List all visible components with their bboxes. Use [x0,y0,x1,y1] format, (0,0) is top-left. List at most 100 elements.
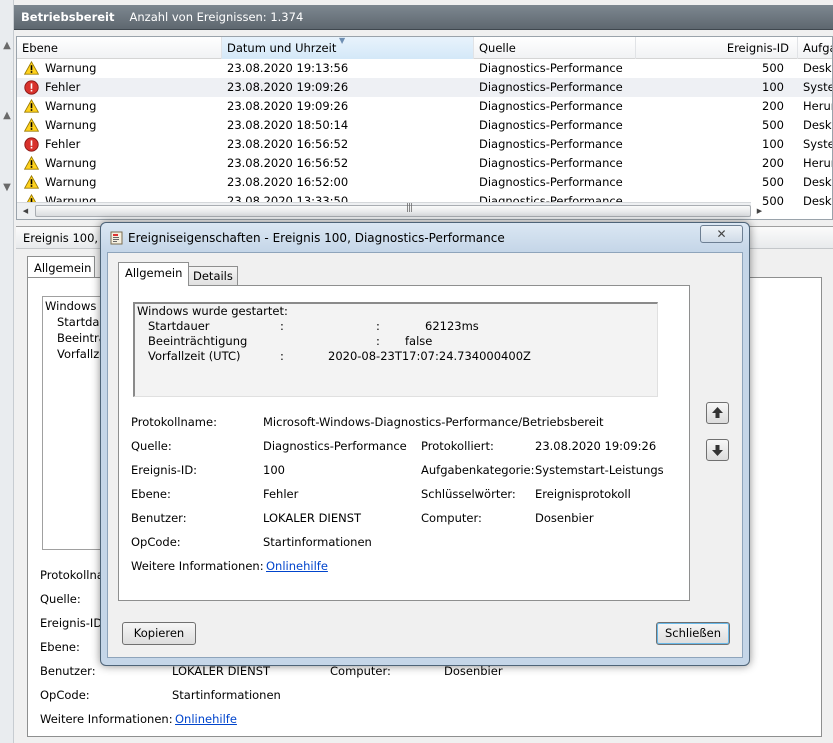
table-row[interactable]: Fehler 23.08.2020 19:09:26 Diagnostics-Per… [17,78,832,97]
cell-id: 500 [762,61,784,75]
aufgabenkategorie-value: Systemstart-Leistungsüb [535,463,663,477]
cell-level: Fehler [45,80,81,94]
column-headers: Ebene Datum und Uhrzeit ▼ Quelle Ereigni… [17,37,832,59]
beeintraechtigung-value: false [405,334,433,348]
weitere-info-label: Weitere Informationen: [40,712,173,726]
computer-value: Dosenbier [535,511,594,525]
computer-label: Computer: [421,511,482,525]
scroll-right-icon[interactable]: ▶ [752,204,767,218]
schluesselwoerter-value: Ereignisprotokoll [535,487,631,501]
table-row[interactable]: Fehler 23.08.2020 16:56:52 Diagnostics-Per… [17,135,832,154]
startdauer-label: Startdauer [148,319,210,333]
column-header-task[interactable]: Aufga [798,37,832,59]
cell-task: Syster [803,137,832,151]
error-icon [24,80,39,95]
ereignis-id-label: Ereignis-ID: [131,463,198,477]
sort-arrow-icon: ▼ [339,36,346,45]
computer-label: Computer: [330,664,391,678]
scroll-left-icon[interactable]: ◀ [18,204,33,218]
detail-panel-title: Ereignis 100, D [23,231,111,245]
cell-level: Warnung [45,118,97,132]
online-help-link[interactable]: Onlinehilfe [175,712,237,726]
tab-general[interactable]: Allgemein [118,262,190,286]
vorfallzeit-label: Vorfallzeit (UTC) [148,349,241,363]
event-properties-dialog[interactable]: Ereigniseigenschaften - Ereignis 100, Di… [100,222,750,666]
arrow-up-icon [712,407,723,418]
warning-icon [24,175,39,189]
description-line: Vorfallze [57,347,107,361]
opcode-value: Startinformationen [263,535,372,549]
benutzer-label: Benutzer: [40,664,96,678]
description-headline: Windows wurde gestartet: [137,304,288,318]
tab-details[interactable]: Details [188,266,238,285]
event-list[interactable]: Ebene Datum und Uhrzeit ▼ Quelle Ereigni… [16,36,833,220]
startdauer-value: 62123ms [425,319,479,333]
cell-level: Fehler [45,137,81,151]
description-line: Beeinträ [57,331,106,345]
cell-source: Diagnostics-Performance [479,118,623,132]
cell-level: Warnung [45,99,97,113]
cell-id: 100 [762,80,784,94]
cell-source: Diagnostics-Performance [479,175,623,189]
online-help-link[interactable]: Onlinehilfe [266,559,328,573]
cell-task: Deskt [803,118,833,132]
log-header: Betriebsbereit Anzahl von Ereignissen: 1… [14,5,833,30]
opcode-label: OpCode: [40,688,90,702]
close-icon[interactable]: ✕ [700,225,743,243]
cell-task: Herun [803,156,832,170]
table-row[interactable]: Warnung 23.08.2020 19:13:56 Diagnostics-Pe… [17,59,832,78]
tab-general-bg[interactable]: Allgemein [27,256,95,278]
opcode-label: OpCode: [131,535,181,549]
previous-event-button[interactable] [706,402,729,424]
protokollname-label: Protokollname: [131,415,217,429]
next-event-button[interactable] [706,439,729,461]
quelle-value: Diagnostics-Performance [263,439,407,453]
cell-datetime: 23.08.2020 19:09:26 [227,99,349,113]
table-row[interactable]: Warnung 23.08.2020 16:56:52 Diagnostics-Pe… [17,154,832,173]
benutzer-value: LOKALER DIENST [263,511,362,525]
cell-source: Diagnostics-Performance [479,137,623,151]
cell-datetime: 23.08.2020 19:13:56 [227,61,349,75]
benutzer-value: LOKALER DIENST [172,664,271,678]
detail-description-box: Windows w Startdaue Beeinträ Vorfallze [42,296,114,550]
protokolliert-value: 23.08.2020 19:09:26 [535,439,657,453]
colon-separator: : [280,319,284,333]
aufgabenkategorie-label: Aufgabenkategorie: [421,463,535,477]
colon-separator: : [376,334,380,348]
cell-task: Herun [803,99,832,113]
dialog-titlebar[interactable]: Ereigniseigenschaften - Ereignis 100, Di… [101,223,749,251]
table-row[interactable]: Warnung 23.08.2020 19:09:26 Diagnostics-Pe… [17,97,832,116]
cell-id: 200 [762,99,784,113]
copy-button[interactable]: Kopieren [122,622,196,645]
cell-datetime: 23.08.2020 16:56:52 [227,137,349,151]
horizontal-scrollbar[interactable]: ◀ ||| ▶ [17,202,762,219]
warning-icon [24,61,39,75]
column-header-datetime[interactable]: Datum und Uhrzeit [222,37,474,59]
cell-task: Deskt [803,61,833,75]
ebene-label: Ebene: [40,640,80,654]
dialog-body: Allgemein Details Windows wurde gestarte… [107,252,743,658]
ereignis-id-label: Ereignis-ID: [40,616,107,630]
expand-arrow-icon[interactable]: ▼ [1,182,13,200]
column-header-source[interactable]: Quelle [474,37,636,59]
cell-task: Deskt [803,194,833,208]
cell-id: 100 [762,137,784,151]
beeintraechtigung-label: Beeinträchtigung [148,334,248,348]
ereignis-id-value: 100 [263,463,285,477]
scroll-thumb[interactable]: ||| [35,203,751,217]
cell-id: 200 [762,156,784,170]
table-row[interactable]: Warnung 23.08.2020 18:50:14 Diagnostics-Pe… [17,116,832,135]
benutzer-label: Benutzer: [131,511,187,525]
left-splitter[interactable]: ▲ ▲ ▼ [0,0,14,743]
event-viewer-icon [110,231,123,245]
schluesselwoerter-label: Schlüsselwörter: [421,487,516,501]
collapse-arrow-icon[interactable]: ▲ [1,110,13,128]
table-row[interactable]: Warnung 23.08.2020 16:52:00 Diagnostics-Pe… [17,173,832,192]
column-header-event-id[interactable]: Ereignis-ID [636,37,798,59]
dialog-title: Ereigniseigenschaften - Ereignis 100, Di… [128,231,505,245]
warning-icon [24,118,39,132]
column-header-level[interactable]: Ebene [17,37,222,59]
event-description-box[interactable]: Windows wurde gestartet: Startdauer : : … [133,302,658,397]
close-button[interactable]: Schließen [656,622,730,645]
collapse-arrow-icon[interactable]: ▲ [1,40,13,58]
